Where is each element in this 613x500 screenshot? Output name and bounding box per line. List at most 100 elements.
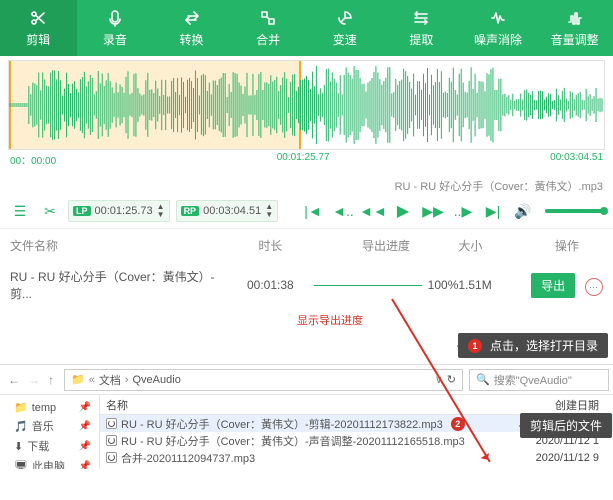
- sidebar-item[interactable]: 🖥 此电脑 📌: [6, 456, 93, 469]
- waveform-box[interactable]: [8, 60, 605, 150]
- path-seg-2[interactable]: QveAudio: [133, 374, 181, 386]
- toolbar-denoise-button[interactable]: 噪声消除: [460, 0, 537, 56]
- time-mid: 00:01:25.77: [277, 152, 330, 168]
- main-toolbar: 剪辑录音 转换 合并 变速 提取 噪声消除 音量调整: [0, 0, 613, 56]
- toolbar-cut-button[interactable]: 剪辑: [0, 0, 77, 56]
- toolbar-extract-button[interactable]: 提取: [383, 0, 460, 56]
- rewind-button[interactable]: ◄◄: [361, 201, 385, 221]
- time-end: 00:03:04.51: [550, 152, 603, 168]
- folder-icon: 📁: [71, 373, 85, 386]
- rp-time: 00:03:04.51: [203, 205, 261, 217]
- cell-duration: 00:01:38: [227, 278, 314, 292]
- col-duration: 时长: [227, 237, 314, 254]
- record-icon: [106, 8, 124, 28]
- address-box[interactable]: 📁 « 文档 › QveAudio ∨ ↻: [64, 369, 463, 391]
- toolbar-merge-button[interactable]: 合并: [230, 0, 307, 56]
- callout-open-dir: 1 点击，选择打开目录: [458, 333, 608, 358]
- left-point-chip[interactable]: LP 00:01:25.73 ▲▼: [68, 200, 170, 222]
- file-name: RU - RU 好心分手（Cover：黃伟文）-剪辑-2020111217382…: [121, 416, 443, 432]
- pin-icon: 📌: [79, 421, 91, 432]
- toolbar-record-button[interactable]: 录音: [77, 0, 154, 56]
- control-bar: ☰ ✂ LP 00:01:25.73 ▲▼ RP 00:03:04.51 ▲▼ …: [0, 196, 613, 229]
- nav-up-button[interactable]: ↑: [48, 373, 54, 387]
- volume-icon[interactable]: 🔊: [511, 201, 535, 221]
- search-icon: 🔍: [476, 373, 490, 386]
- right-point-chip[interactable]: RP 00:03:04.51 ▲▼: [176, 200, 279, 222]
- cut-icon: [29, 8, 47, 28]
- toolbar-label: 噪声消除: [474, 31, 522, 48]
- more-options-button[interactable]: ⋯: [585, 278, 603, 296]
- explorer-columns: 名称 创建日期: [100, 395, 613, 415]
- toolbar-speed-button[interactable]: 变速: [307, 0, 384, 56]
- merge-icon: [259, 8, 277, 28]
- explorer-file-list: 名称 创建日期 RU - RU 好心分手（Cover：黃伟文）-剪辑-20201…: [100, 395, 613, 469]
- sidebar-label: 下载: [27, 438, 49, 454]
- stepper-icon[interactable]: ▲▼: [157, 203, 165, 219]
- denoise-icon: [489, 8, 507, 28]
- toolbar-label: 变速: [333, 31, 357, 48]
- refresh-button[interactable]: ↻: [447, 373, 456, 386]
- sidebar-label: temp: [32, 402, 56, 414]
- audio-file-icon: [106, 418, 117, 429]
- waveform-area: 00：00:00 00:01:25.77 00:03:04.51: [0, 56, 613, 176]
- pin-icon: 📌: [79, 461, 91, 470]
- sidebar-icon: 🖥: [14, 460, 28, 470]
- search-placeholder: 搜索"QveAudio": [494, 372, 572, 388]
- export-button[interactable]: 导出: [531, 273, 575, 298]
- col-action: 操作: [531, 237, 603, 254]
- next-button[interactable]: ..▶: [451, 201, 475, 221]
- col-name-header[interactable]: 名称: [106, 397, 482, 413]
- extract-icon: [412, 8, 430, 28]
- waveform-svg: [9, 61, 604, 149]
- speed-icon: [336, 8, 354, 28]
- stepper-icon[interactable]: ▲▼: [265, 203, 273, 219]
- file-row[interactable]: 合并-20201112094737.mp32020/11/12 9: [100, 449, 613, 466]
- toolbar-label: 转换: [180, 31, 204, 48]
- prev-vbar-button[interactable]: |◄: [301, 201, 325, 221]
- cell-size: 1.51M: [458, 278, 530, 292]
- explorer-nav: ← → ↑: [4, 373, 58, 387]
- time-start: 00：00:00: [10, 152, 56, 168]
- sidebar-icon: 🎵: [14, 420, 28, 433]
- toolbar-volume-button[interactable]: 音量调整: [536, 0, 613, 56]
- next-vbar-button[interactable]: ▶|: [481, 201, 505, 221]
- lp-badge: LP: [73, 206, 91, 216]
- play-button[interactable]: ▶: [391, 201, 415, 221]
- toolbar-label: 提取: [409, 31, 433, 48]
- audio-file-icon: [106, 452, 117, 463]
- sidebar-icon: 📁: [14, 401, 28, 414]
- col-progress: 导出进度: [314, 237, 459, 254]
- col-date-header[interactable]: 创建日期: [482, 397, 607, 413]
- toolbar-label: 合并: [256, 31, 280, 48]
- forward-button[interactable]: ▶▶: [421, 201, 445, 221]
- progress-bar: [314, 285, 422, 286]
- list-toggle-button[interactable]: ☰: [8, 201, 32, 221]
- col-size: 大小: [458, 237, 530, 254]
- toolbar-label: 录音: [103, 31, 127, 48]
- file-table-row[interactable]: RU - RU 好心分手（Cover：黃伟文）-剪... 00:01:38 10…: [0, 262, 613, 308]
- toolbar-label: 音量调整: [551, 31, 599, 48]
- sidebar-item[interactable]: 🎵 音乐 📌: [6, 416, 93, 436]
- prev-button[interactable]: ◄..: [331, 201, 355, 221]
- path-seg-1[interactable]: 文档: [99, 372, 121, 388]
- explorer-address-bar: ← → ↑ 📁 « 文档 › QveAudio ∨ ↻ 🔍 搜索"QveAudi…: [0, 365, 613, 395]
- nav-back-button[interactable]: ←: [8, 373, 20, 387]
- show-export-progress-hint: 显示导出进度: [280, 308, 380, 328]
- file-name: RU - RU 好心分手（Cover：黃伟文）-声音调整-20201112165…: [121, 433, 465, 449]
- nav-forward-button[interactable]: →: [28, 373, 40, 387]
- sidebar-item[interactable]: 📁temp📌: [6, 399, 93, 416]
- time-axis: 00：00:00 00:01:25.77 00:03:04.51: [8, 150, 605, 168]
- toolbar-convert-button[interactable]: 转换: [153, 0, 230, 56]
- audio-file-icon: [106, 435, 117, 446]
- lp-time: 00:01:25.73: [95, 205, 153, 217]
- cut-button[interactable]: ✂: [38, 201, 62, 221]
- volume-slider[interactable]: [545, 209, 605, 213]
- explorer-search[interactable]: 🔍 搜索"QveAudio": [469, 369, 609, 391]
- file-row[interactable]: RU - RU 好心分手（Cover：黃伟文）-剪辑-2020111217382…: [100, 415, 613, 432]
- sidebar-label: 此电脑: [32, 458, 65, 469]
- cell-progress: 100%: [314, 278, 459, 292]
- file-date: 2020/11/12 9: [482, 452, 607, 464]
- sidebar-label: 音乐: [32, 418, 54, 434]
- file-table-header: 文件名称 时长 导出进度 大小 操作: [0, 229, 613, 262]
- sidebar-item[interactable]: ⬇下载📌: [6, 436, 93, 456]
